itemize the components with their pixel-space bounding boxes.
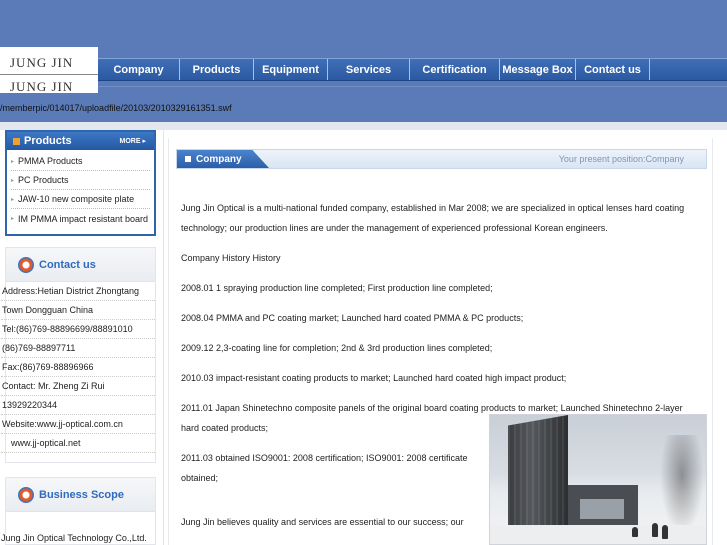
breadcrumb: Your present position:Company [558, 154, 684, 164]
product-label: PC Products [18, 175, 69, 185]
arrow-right-icon: ▸ [11, 177, 15, 184]
column-divider [163, 130, 164, 545]
contact-mobile: 13929220344 [1, 396, 155, 415]
intro-paragraph: Jung Jin Optical is a multi-national fun… [181, 203, 685, 233]
nav-underline [98, 86, 727, 87]
history-heading: Company History History [181, 253, 281, 263]
history-item: 2008.04 PMMA and PC coating market; Laun… [181, 313, 524, 323]
products-panel-title: Products [24, 135, 72, 147]
photo-tree [660, 435, 704, 535]
contact-fax: Fax:(86)769-88896966 [1, 358, 155, 377]
logo[interactable]: JUNG JIN JUNG JIN [0, 47, 98, 93]
contact-website-2[interactable]: www.jj-optical.net [1, 434, 155, 453]
scope-icon [18, 486, 34, 503]
header-strip [0, 122, 727, 130]
main-content: Company Your present position:Company Ju… [168, 130, 727, 545]
product-label: JAW-10 new composite plate [18, 194, 135, 204]
contact-tel-2: (86)769-88897711 [1, 339, 155, 358]
arrow-right-icon: ▸ [11, 158, 15, 165]
business-scope-header: Business Scope [6, 478, 155, 512]
logo-text-secondary: JUNG JIN [10, 79, 74, 93]
history-item: 2010.03 impact-resistant coating product… [181, 373, 567, 383]
arrow-right-icon: ▸ [11, 196, 15, 203]
contact-panel: Contact us Address:Hetian District Zhong… [1, 247, 156, 463]
nav-certification[interactable]: Certification [410, 59, 500, 80]
nav-contact-us[interactable]: Contact us [576, 59, 650, 80]
section-title: Company [196, 153, 242, 165]
more-label: MORE [119, 138, 141, 145]
more-link[interactable]: MORE ▸ [120, 137, 146, 145]
section-tab: Company [177, 150, 269, 168]
product-label: PMMA Products [18, 156, 83, 166]
nav-products[interactable]: Products [180, 59, 254, 80]
photo-person [652, 523, 658, 537]
product-label: IM PMMA impact resistant board [18, 213, 149, 224]
logo-text: JUNG JIN [10, 55, 74, 70]
contact-person: Contact: Mr. Zheng Zi Rui [1, 377, 155, 396]
nav-company[interactable]: Company [98, 59, 180, 80]
nav-equipment[interactable]: Equipment [254, 59, 328, 80]
section-title-bar: Company Your present position:Company [176, 149, 707, 169]
product-item-jaw10[interactable]: ▸ JAW-10 new composite plate [11, 190, 150, 209]
contact-panel-header: Contact us [6, 248, 155, 282]
contact-info: Address:Hetian District Zhongtang Town D… [1, 282, 155, 453]
nav-services[interactable]: Services [328, 59, 410, 80]
contact-panel-title: Contact us [39, 258, 96, 271]
products-list: ▸ PMMA Products ▸ PC Products ▸ JAW-10 new … [7, 150, 154, 230]
photo-person [662, 525, 668, 539]
products-panel-header: Products MORE ▸ [7, 132, 154, 150]
business-scope-panel: Business Scope Jung Jin Optical Technolo… [1, 477, 156, 545]
history-item: 2009.12 2,3-coating line for completion;… [181, 343, 493, 353]
photo-building-window [580, 499, 624, 519]
arrow-right-icon: ▸ [11, 216, 15, 222]
closing-paragraph: Jung Jin believes quality and services a… [181, 517, 464, 527]
contact-address: Address:Hetian District Zhongtang [1, 282, 155, 301]
history-item: 2011.03 obtained ISO9001: 2008 certifica… [181, 453, 468, 483]
photo-ground [490, 525, 706, 544]
product-item-pc[interactable]: ▸ PC Products [11, 171, 150, 190]
business-scope-title: Business Scope [39, 488, 124, 501]
product-item-pmma[interactable]: ▸ PMMA Products [11, 152, 150, 171]
contact-website[interactable]: Website:www.jj-optical.com.cn [1, 415, 155, 434]
sidebar: Products MORE ▸ ▸ PMMA Products ▸ PC Produ… [0, 130, 160, 545]
business-scope-text: Jung Jin Optical Technology Co.,Ltd. [1, 533, 147, 543]
photo-person [632, 527, 638, 537]
flash-path-text: /memberpic/014017/uploadfile/20103/20103… [0, 103, 232, 113]
logo-divider [0, 74, 98, 75]
products-panel: Products MORE ▸ ▸ PMMA Products ▸ PC Produ… [5, 130, 156, 236]
contact-address-cont: Town Dongguan China [1, 301, 155, 320]
contact-icon [18, 256, 34, 273]
contact-tel: Tel:(86)769-88896699/88891010 [1, 320, 155, 339]
history-item: 2008.01 1 spraying production line compl… [181, 283, 493, 293]
building-photo [489, 414, 707, 545]
product-item-im-pmma[interactable]: ▸ IM PMMA impact resistant board [11, 209, 150, 228]
bullet-square-icon [185, 156, 191, 162]
bullet-square-icon [13, 137, 20, 145]
main-nav: Company Products Equipment Services Cert… [98, 58, 727, 81]
nav-message-box[interactable]: Message Box [500, 59, 576, 80]
